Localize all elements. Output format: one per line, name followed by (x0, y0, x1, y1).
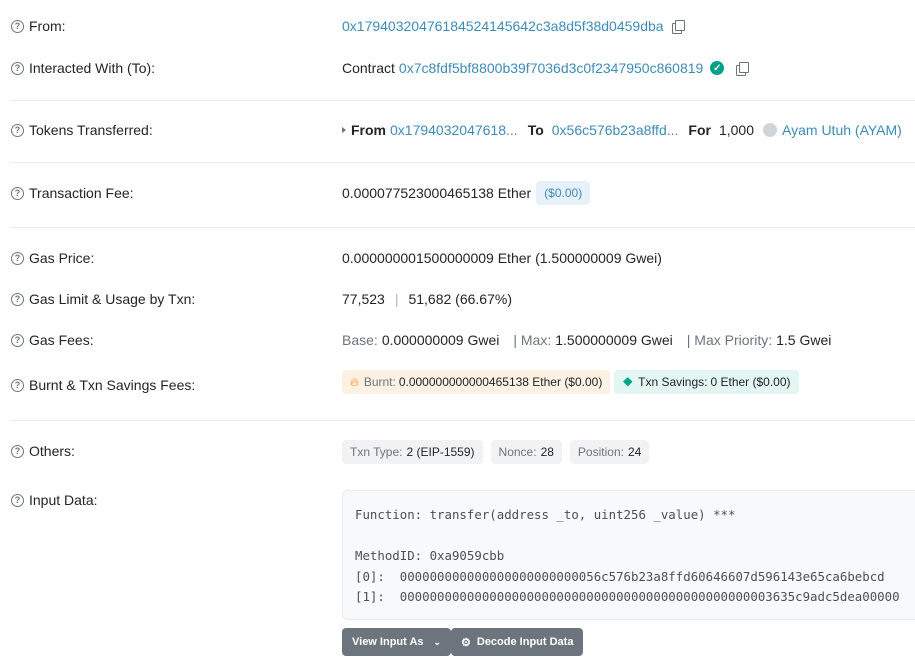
from-value: 0x17940320476184524145642c3a8d5f38d0459d… (342, 18, 685, 34)
copy-icon[interactable] (736, 61, 750, 76)
token-from-address[interactable]: 0x1794032047618... (390, 122, 518, 138)
gas-usage: 51,682 (66.67%) (408, 291, 512, 307)
from-address-link[interactable]: 0x17940320476184524145642c3a8d5f38d0459d… (342, 18, 664, 34)
token-logo-icon (763, 123, 778, 137)
input-line: Function: transfer(address _to, uint256 … (355, 507, 736, 522)
divider (11, 162, 915, 163)
for-keyword: For (688, 122, 711, 138)
burnt-amount: 0.000000000000465138 Ether ($0.00) (398, 375, 603, 389)
token-amount: 1,000 (718, 122, 755, 138)
contract-address-link[interactable]: 0x7c8fdf5bf8800b39f7036d3c0f2347950c8608… (399, 60, 703, 76)
nonce-badge: Nonce: 28 (490, 440, 562, 464)
savings-amount: 0 Ether ($0.00) (710, 375, 791, 389)
input-label: ? Input Data: (11, 492, 98, 508)
decode-icon: ⚙ (461, 636, 471, 649)
from-keyword: From (351, 122, 386, 138)
gas-fees-label: ? Gas Fees: (11, 332, 94, 348)
max-value: 1.500000009 Gwei (555, 332, 673, 348)
burnt-label: ? Burnt & Txn Savings Fees: (11, 377, 195, 393)
help-icon[interactable]: ? (11, 123, 24, 137)
gas-fees-value: Base: 0.000000009 Gwei | Max: 1.50000000… (342, 332, 831, 348)
priority-label: | Max Priority: (686, 332, 773, 348)
base-value: 0.000000009 Gwei (381, 332, 500, 348)
txn-type-badge: Txn Type: 2 (EIP-1559) (342, 440, 483, 464)
interacted-value: Contract 0x7c8fdf5bf8800b39f7036d3c0f234… (342, 60, 750, 76)
divider (11, 420, 915, 421)
verified-check-icon: ✓ (710, 61, 725, 75)
others-value: Txn Type: 2 (EIP-1559) Nonce: 28 Position:… (342, 440, 650, 464)
savings-label: Txn Savings: (638, 375, 708, 389)
burnt-badge-label: Burnt: (363, 375, 396, 389)
base-label: Base: (342, 332, 378, 348)
copy-icon[interactable] (671, 19, 685, 34)
savings-icon: ❖ (622, 375, 634, 389)
fee-ether: 0.000077523000465138 Ether (342, 185, 532, 201)
help-icon[interactable]: ? (11, 292, 24, 306)
fee-value: 0.000077523000465138 Ether ($0.00) (342, 181, 591, 205)
gas-limit-label: ? Gas Limit & Usage by Txn: (11, 291, 195, 307)
flame-icon: 🔥︎ (350, 374, 359, 389)
input-line (355, 528, 909, 549)
help-icon[interactable]: ? (11, 186, 24, 200)
view-input-as-button[interactable]: View Input As ⌄ (342, 628, 452, 656)
input-line: [1]: 00000000000000000000000000000000000… (355, 589, 900, 604)
fee-usd-badge: ($0.00) (536, 181, 591, 205)
gas-limit: 77,523 (342, 291, 385, 307)
token-name-link[interactable]: Ayam Utuh (AYAM) (782, 122, 902, 138)
separator: | (394, 291, 399, 307)
tokens-value: From 0x1794032047618... To 0x56c576b23a8… (342, 122, 902, 138)
position-badge: Position: 24 (569, 440, 650, 464)
interacted-label: ? Interacted With (To): (11, 60, 155, 76)
max-label: | Max: (513, 332, 552, 348)
tokens-label: ? Tokens Transferred: (11, 122, 153, 138)
help-icon[interactable]: ? (11, 378, 24, 392)
input-data-box[interactable]: Function: transfer(address _to, uint256 … (342, 490, 915, 620)
help-icon[interactable]: ? (11, 493, 24, 507)
input-line: MethodID: 0xa9059cbb (355, 548, 505, 563)
divider (11, 100, 915, 101)
from-label: ? From: (11, 18, 66, 34)
help-icon[interactable]: ? (11, 251, 24, 265)
gas-price-value: 0.000000001500000009 Ether (1.500000009 … (342, 250, 662, 266)
help-icon[interactable]: ? (11, 19, 24, 33)
others-label: ? Others: (11, 443, 75, 459)
input-line: [0]: 000000000000000000000000056c576b23a… (355, 568, 885, 584)
gas-limit-value: 77,523 | 51,682 (66.67%) (342, 291, 512, 307)
fee-label: ? Transaction Fee: (11, 185, 134, 201)
help-icon[interactable]: ? (11, 444, 24, 458)
chevron-down-icon: ⌄ (433, 636, 442, 647)
gas-price-label: ? Gas Price: (11, 250, 94, 266)
help-icon[interactable]: ? (11, 333, 24, 347)
to-keyword: To (527, 122, 544, 138)
decode-input-button[interactable]: ⚙ Decode Input Data (451, 628, 584, 656)
contract-prefix: Contract (342, 60, 395, 76)
divider (11, 227, 915, 228)
burnt-value: 🔥︎ Burnt: 0.000000000000465138 Ether ($0… (342, 370, 799, 394)
burnt-badge: 🔥︎ Burnt: 0.000000000000465138 Ether ($0… (342, 370, 611, 394)
priority-value: 1.5 Gwei (776, 332, 832, 348)
token-to-address[interactable]: 0x56c576b23a8ffd... (552, 122, 679, 138)
savings-badge: ❖ Txn Savings: 0 Ether ($0.00) (614, 370, 799, 394)
help-icon[interactable]: ? (11, 61, 24, 75)
caret-right-icon (342, 127, 346, 133)
